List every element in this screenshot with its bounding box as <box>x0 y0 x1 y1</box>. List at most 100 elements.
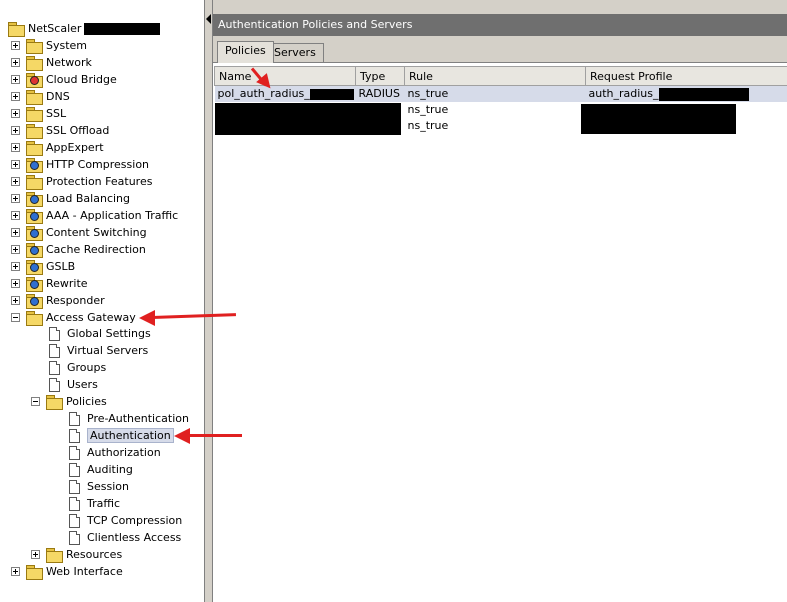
tree-item-pre-authentication[interactable]: Pre-Authentication <box>69 410 189 427</box>
navigation-tree: NetScaler System Network Cloud Bridge DNS SS… <box>0 0 204 602</box>
expand-toggle[interactable] <box>11 143 20 152</box>
expand-toggle[interactable] <box>11 296 20 305</box>
tree-item-authorization[interactable]: Authorization <box>69 444 161 461</box>
tree-item-label: Cloud Bridge <box>46 73 117 86</box>
folder-icon <box>26 56 43 71</box>
folder-info-icon <box>26 209 43 224</box>
tree-item-clientless-access[interactable]: Clientless Access <box>69 529 181 546</box>
info-badge-icon <box>30 229 39 238</box>
tree-item-label: SSL Offload <box>46 124 110 137</box>
tree-item-global-settings[interactable]: Global Settings <box>49 325 151 342</box>
tree-item-access-gateway[interactable]: Access Gateway <box>11 309 136 326</box>
tree-item-responder[interactable]: Responder <box>11 292 105 309</box>
tree-item-network[interactable]: Network <box>11 54 92 71</box>
folder-icon <box>46 548 63 563</box>
tree-item-system[interactable]: System <box>11 37 87 54</box>
expand-toggle[interactable] <box>11 262 20 271</box>
tree-item-web-interface[interactable]: Web Interface <box>11 563 123 580</box>
tree-item-label: Clientless Access <box>87 531 182 544</box>
folder-icon <box>26 39 43 54</box>
cell-rule: ns_true <box>407 119 449 132</box>
policies-tab-content: Name Type Rule Request Profile pol_auth_… <box>213 62 787 602</box>
info-badge-icon <box>30 161 39 170</box>
tree-item-traffic[interactable]: Traffic <box>69 495 120 512</box>
info-badge-icon <box>30 297 39 306</box>
tree-item-tcp-compression[interactable]: TCP Compression <box>69 512 182 529</box>
tree-item-auditing[interactable]: Auditing <box>69 461 133 478</box>
info-badge-icon <box>30 280 39 289</box>
tree-item-label: AAA - Application Traffic <box>46 209 179 222</box>
tree-item-aaa-application-traffic[interactable]: AAA - Application Traffic <box>11 207 178 224</box>
tree-item-gslb[interactable]: GSLB <box>11 258 75 275</box>
tree-item-label: Access Gateway <box>46 311 136 324</box>
expand-toggle[interactable] <box>11 126 20 135</box>
tree-item-content-switching[interactable]: Content Switching <box>11 224 147 241</box>
tree-root-netscaler[interactable]: NetScaler <box>8 20 161 37</box>
tree-item-dns[interactable]: DNS <box>11 88 70 105</box>
tree-item-label: HTTP Compression <box>46 158 150 171</box>
collapse-toggle[interactable] <box>31 397 40 406</box>
folder-icon <box>26 90 43 105</box>
tree-item-authentication[interactable]: Authentication <box>69 427 174 444</box>
tree-item-rewrite[interactable]: Rewrite <box>11 275 88 292</box>
tree-item-label: Network <box>46 56 92 69</box>
tree-item-label-selected: Authentication <box>87 428 174 443</box>
table-row[interactable]: pol_auth_radius_ RADIUS ns_true auth_rad… <box>214 85 787 102</box>
tree-item-label: Policies <box>66 395 107 408</box>
tab-policies[interactable]: Policies <box>217 41 274 63</box>
tree-item-label: TCP Compression <box>87 514 183 527</box>
expand-toggle[interactable] <box>11 75 20 84</box>
tree-item-resources[interactable]: Resources <box>31 546 122 563</box>
tree-item-load-balancing[interactable]: Load Balancing <box>11 190 130 207</box>
tree-item-label: Content Switching <box>46 226 147 239</box>
expand-toggle[interactable] <box>11 228 20 237</box>
folder-info-icon <box>26 226 43 241</box>
collapse-toggle[interactable] <box>11 313 20 322</box>
tree-item-label: Virtual Servers <box>67 344 149 357</box>
tree-item-protection-features[interactable]: Protection Features <box>11 173 152 190</box>
expand-toggle[interactable] <box>11 567 20 576</box>
tree-item-label: Authorization <box>87 446 161 459</box>
page-icon <box>69 462 80 477</box>
tree-item-label: System <box>46 39 88 52</box>
folder-icon <box>26 311 43 326</box>
tree-item-cloud-bridge[interactable]: Cloud Bridge <box>11 71 117 88</box>
expand-toggle[interactable] <box>11 279 20 288</box>
column-header-type[interactable]: Type <box>355 66 405 86</box>
folder-icon <box>26 175 43 190</box>
pane-splitter[interactable] <box>204 0 213 602</box>
tree-item-virtual-servers[interactable]: Virtual Servers <box>49 342 148 359</box>
expand-toggle[interactable] <box>11 194 20 203</box>
column-header-rule[interactable]: Rule <box>404 66 586 86</box>
page-icon <box>69 411 80 426</box>
tree-item-cache-redirection[interactable]: Cache Redirection <box>11 241 146 258</box>
expand-toggle[interactable] <box>11 109 20 118</box>
column-header-request-profile[interactable]: Request Profile <box>585 66 787 86</box>
tree-item-label: SSL <box>46 107 67 120</box>
expand-toggle[interactable] <box>11 41 20 50</box>
tree-item-groups[interactable]: Groups <box>49 359 106 376</box>
expand-toggle[interactable] <box>11 245 20 254</box>
column-header-name[interactable]: Name <box>214 66 356 86</box>
expand-toggle[interactable] <box>11 92 20 101</box>
panel-title: Authentication Policies and Servers <box>213 14 787 36</box>
tree-item-http-compression[interactable]: HTTP Compression <box>11 156 149 173</box>
tree-item-ssl-offload[interactable]: SSL Offload <box>11 122 109 139</box>
cell-request-profile: auth_radius_ <box>585 85 787 102</box>
collapse-arrow-icon[interactable] <box>206 14 211 24</box>
folder-icon <box>26 107 43 122</box>
expand-toggle[interactable] <box>11 160 20 169</box>
page-icon <box>49 326 60 341</box>
tree-item-appexpert[interactable]: AppExpert <box>11 139 104 156</box>
expand-toggle[interactable] <box>31 550 40 559</box>
tree-item-policies[interactable]: Policies <box>31 393 107 410</box>
expand-toggle[interactable] <box>11 177 20 186</box>
tree-item-users[interactable]: Users <box>49 376 98 393</box>
tab-servers[interactable]: Servers <box>266 43 324 63</box>
tree-item-session[interactable]: Session <box>69 478 129 495</box>
expand-toggle[interactable] <box>11 211 20 220</box>
info-badge-icon <box>30 263 39 272</box>
tree-item-ssl[interactable]: SSL <box>11 105 66 122</box>
expand-toggle[interactable] <box>11 58 20 67</box>
tree-root-label: NetScaler <box>28 22 82 35</box>
